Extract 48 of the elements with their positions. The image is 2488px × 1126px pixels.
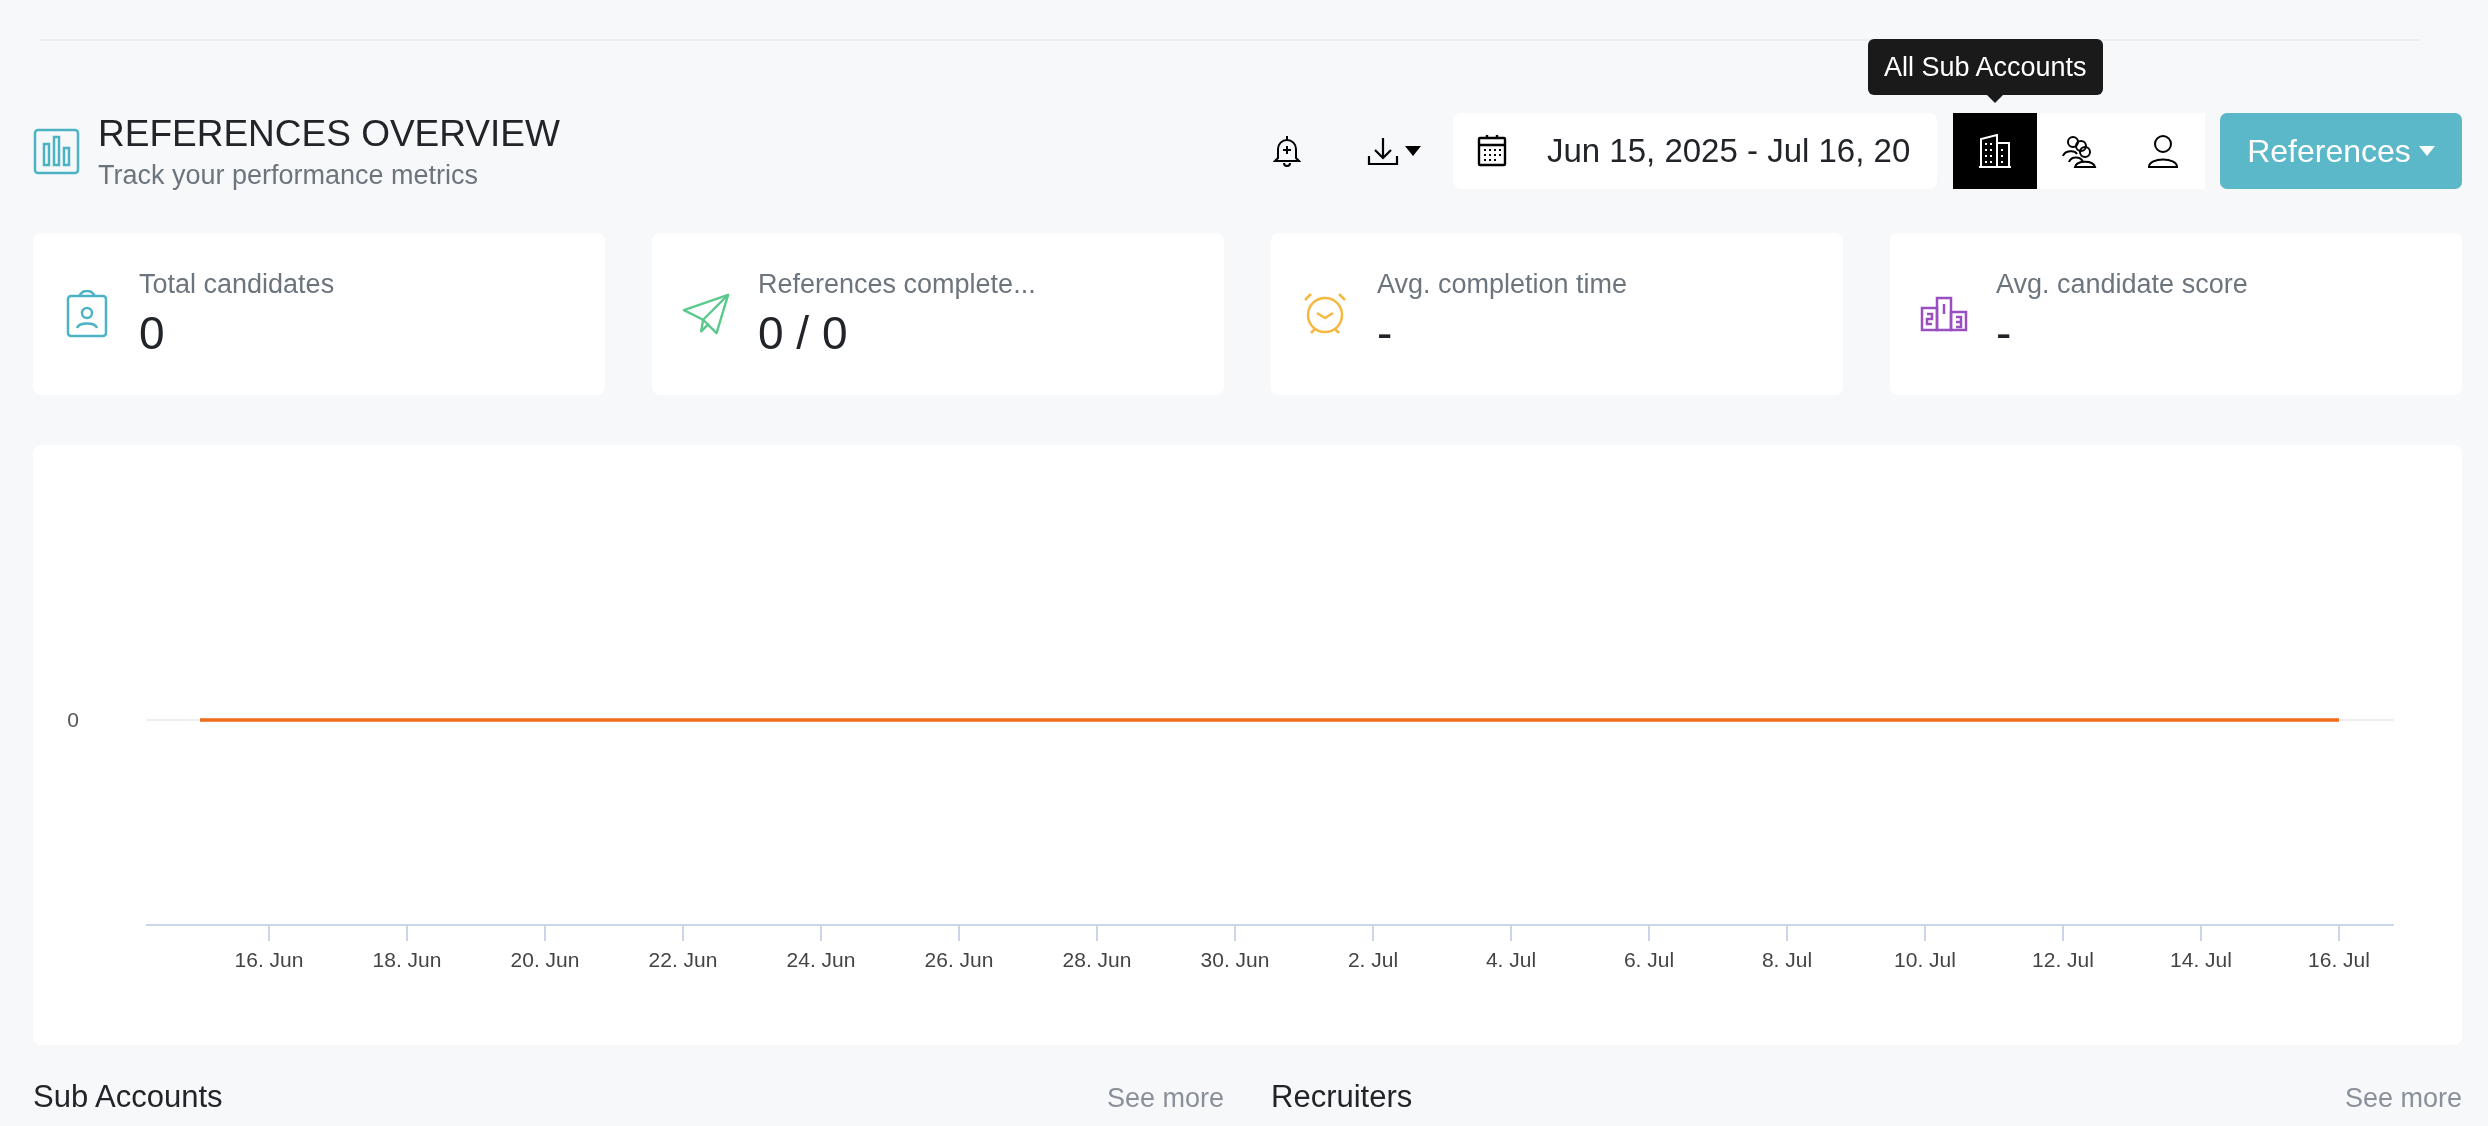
stat-label: Total candidates [139,268,335,300]
bar-chart-icon [33,127,80,175]
axis-label: 24. Jun [786,948,856,971]
axis-label: 0 [67,708,79,731]
caret-icon [1405,146,1421,156]
axis-label: 30. Jun [1200,948,1270,971]
axis-label: 26. Jun [924,948,994,971]
bell-plus-icon [1273,135,1301,167]
calendar-icon [1475,134,1509,168]
date-range-picker[interactable]: Jun 15, 2025 - Jul 16, 20 [1453,113,1937,189]
download-icon [1367,136,1399,166]
view-toggle-button[interactable] [1953,113,2037,189]
axis-label: 28. Jun [1062,948,1132,971]
references-dropdown[interactable]: References [2220,113,2462,189]
axis-label: 2. Jul [1347,948,1399,971]
podium-icon [1920,296,1968,332]
building-icon [1979,134,2011,168]
paper-plane-icon [682,292,730,336]
axis-label: 8. Jul [1761,948,1813,971]
stat-label: References complete... [758,268,1036,300]
id-badge-icon [65,290,109,338]
stat-value: - [1377,305,1394,360]
section-title: Sub Accounts [33,1079,223,1115]
axis-label: 10. Jul [1894,948,1956,971]
page-subtitle: Track your performance metrics [98,159,480,191]
axis-label: 20. Jun [510,948,580,971]
axis-label: 4. Jul [1485,948,1537,971]
see-more-link[interactable]: See more [1106,1082,1224,1114]
page-title: REFERENCES OVERVIEW [98,111,560,156]
tooltip: All Sub Accounts [1868,39,2103,95]
axis-label: 18. Jun [372,948,442,971]
stat-value: 0 / 0 [758,305,849,360]
section-title: Recruiters [1271,1079,1413,1115]
axis-label: 16. Jul [2308,948,2370,971]
tooltip-arrow [1987,95,2003,103]
stat-label: Avg. completion time [1377,268,1628,300]
people-group-icon [2061,134,2097,168]
see-more-link[interactable]: See more [2344,1082,2462,1114]
axis-label: 6. Jul [1623,948,1675,971]
person-icon [2147,134,2179,168]
stat-value: 0 [139,305,166,360]
axis-label: 16. Jun [234,948,304,971]
axis-label: 22. Jun [648,948,718,971]
axis-label: 14. Jul [2170,948,2232,971]
axis-label: 12. Jul [2032,948,2094,971]
stat-label: Avg. candidate score [1996,268,2248,300]
stat-value: - [1996,305,2013,360]
caret-icon [2418,146,2435,156]
